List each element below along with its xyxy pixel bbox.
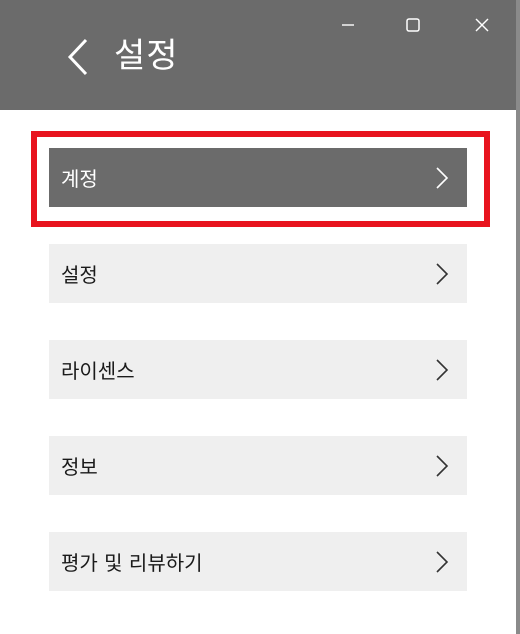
menu-item-label: 정보 xyxy=(61,455,98,479)
title-bar: 설정 xyxy=(0,0,516,110)
minimize-icon xyxy=(342,24,354,26)
close-button[interactable] xyxy=(464,10,500,40)
menu-item-label: 계정 xyxy=(61,167,98,191)
chevron-right-icon xyxy=(431,165,453,191)
maximize-icon xyxy=(406,18,420,32)
menu-item-account[interactable]: 계정 xyxy=(49,148,467,207)
back-button[interactable] xyxy=(60,36,96,78)
menu-item-label: 설정 xyxy=(61,263,98,287)
menu-item-label: 라이센스 xyxy=(61,359,135,383)
menu-item-rate-review[interactable]: 평가 및 리뷰하기 xyxy=(49,532,467,591)
page-title: 설정 xyxy=(114,36,179,76)
chevron-left-icon xyxy=(67,38,88,76)
minimize-button[interactable] xyxy=(330,10,366,40)
chevron-right-icon xyxy=(431,357,453,383)
maximize-button[interactable] xyxy=(395,10,431,40)
menu-item-license[interactable]: 라이센스 xyxy=(49,340,467,399)
chevron-right-icon xyxy=(431,453,453,479)
close-icon xyxy=(475,18,489,32)
menu-item-settings[interactable]: 설정 xyxy=(49,244,467,303)
window-border xyxy=(516,0,520,634)
menu-item-label: 평가 및 리뷰하기 xyxy=(61,551,203,575)
chevron-right-icon xyxy=(431,261,453,287)
chevron-right-icon xyxy=(431,549,453,575)
menu-item-info[interactable]: 정보 xyxy=(49,436,467,495)
